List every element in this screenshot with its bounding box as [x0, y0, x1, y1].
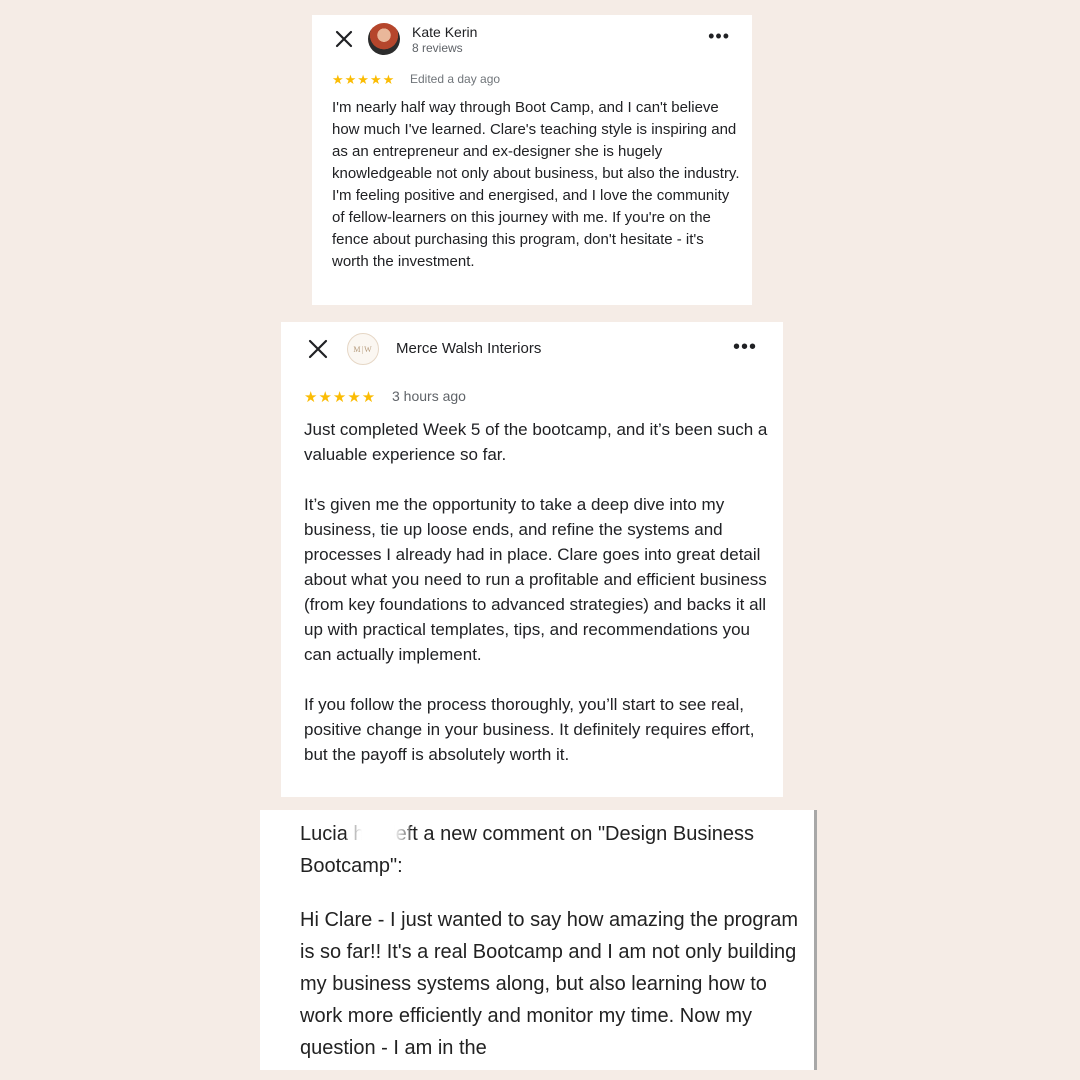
more-options-icon[interactable]: •••: [708, 27, 730, 45]
review-card-kate-kerin: Kate Kerin 8 reviews ••• ★★★★★ Edited a …: [312, 15, 752, 305]
review-paragraph: It’s given me the opportunity to take a …: [304, 495, 767, 664]
review-card-merce-walsh: M|W Merce Walsh Interiors ••• ★★★★★ 3 ho…: [281, 322, 783, 797]
close-icon[interactable]: [334, 29, 354, 49]
star-rating: ★★★★★: [332, 72, 396, 87]
comment-text: Hi Clare - I just wanted to say how amaz…: [300, 909, 798, 1059]
reviewer-review-count: 8 reviews: [412, 41, 463, 55]
redacted-name: [346, 820, 410, 846]
close-icon[interactable]: [307, 338, 329, 360]
more-options-icon[interactable]: •••: [733, 337, 757, 357]
business-logo[interactable]: M|W: [347, 333, 379, 365]
reviewer-name[interactable]: Kate Kerin: [412, 24, 477, 40]
avatar[interactable]: [368, 23, 400, 55]
reviewer-name[interactable]: Merce Walsh Interiors: [396, 340, 541, 357]
comment-notification-card: Lucia has left a new comment on "Design …: [260, 810, 817, 1070]
review-timestamp: Edited a day ago: [410, 72, 501, 86]
review-text: Just completed Week 5 of the bootcamp, a…: [304, 417, 774, 792]
review-paragraph: If you follow the process thoroughly, yo…: [304, 695, 755, 764]
review-timestamp: 3 hours ago: [392, 388, 466, 404]
review-paragraph: Just completed Week 5 of the bootcamp, a…: [304, 420, 768, 464]
star-rating: ★★★★★: [304, 389, 377, 406]
review-text: I'm nearly half way through Boot Camp, a…: [332, 99, 740, 270]
